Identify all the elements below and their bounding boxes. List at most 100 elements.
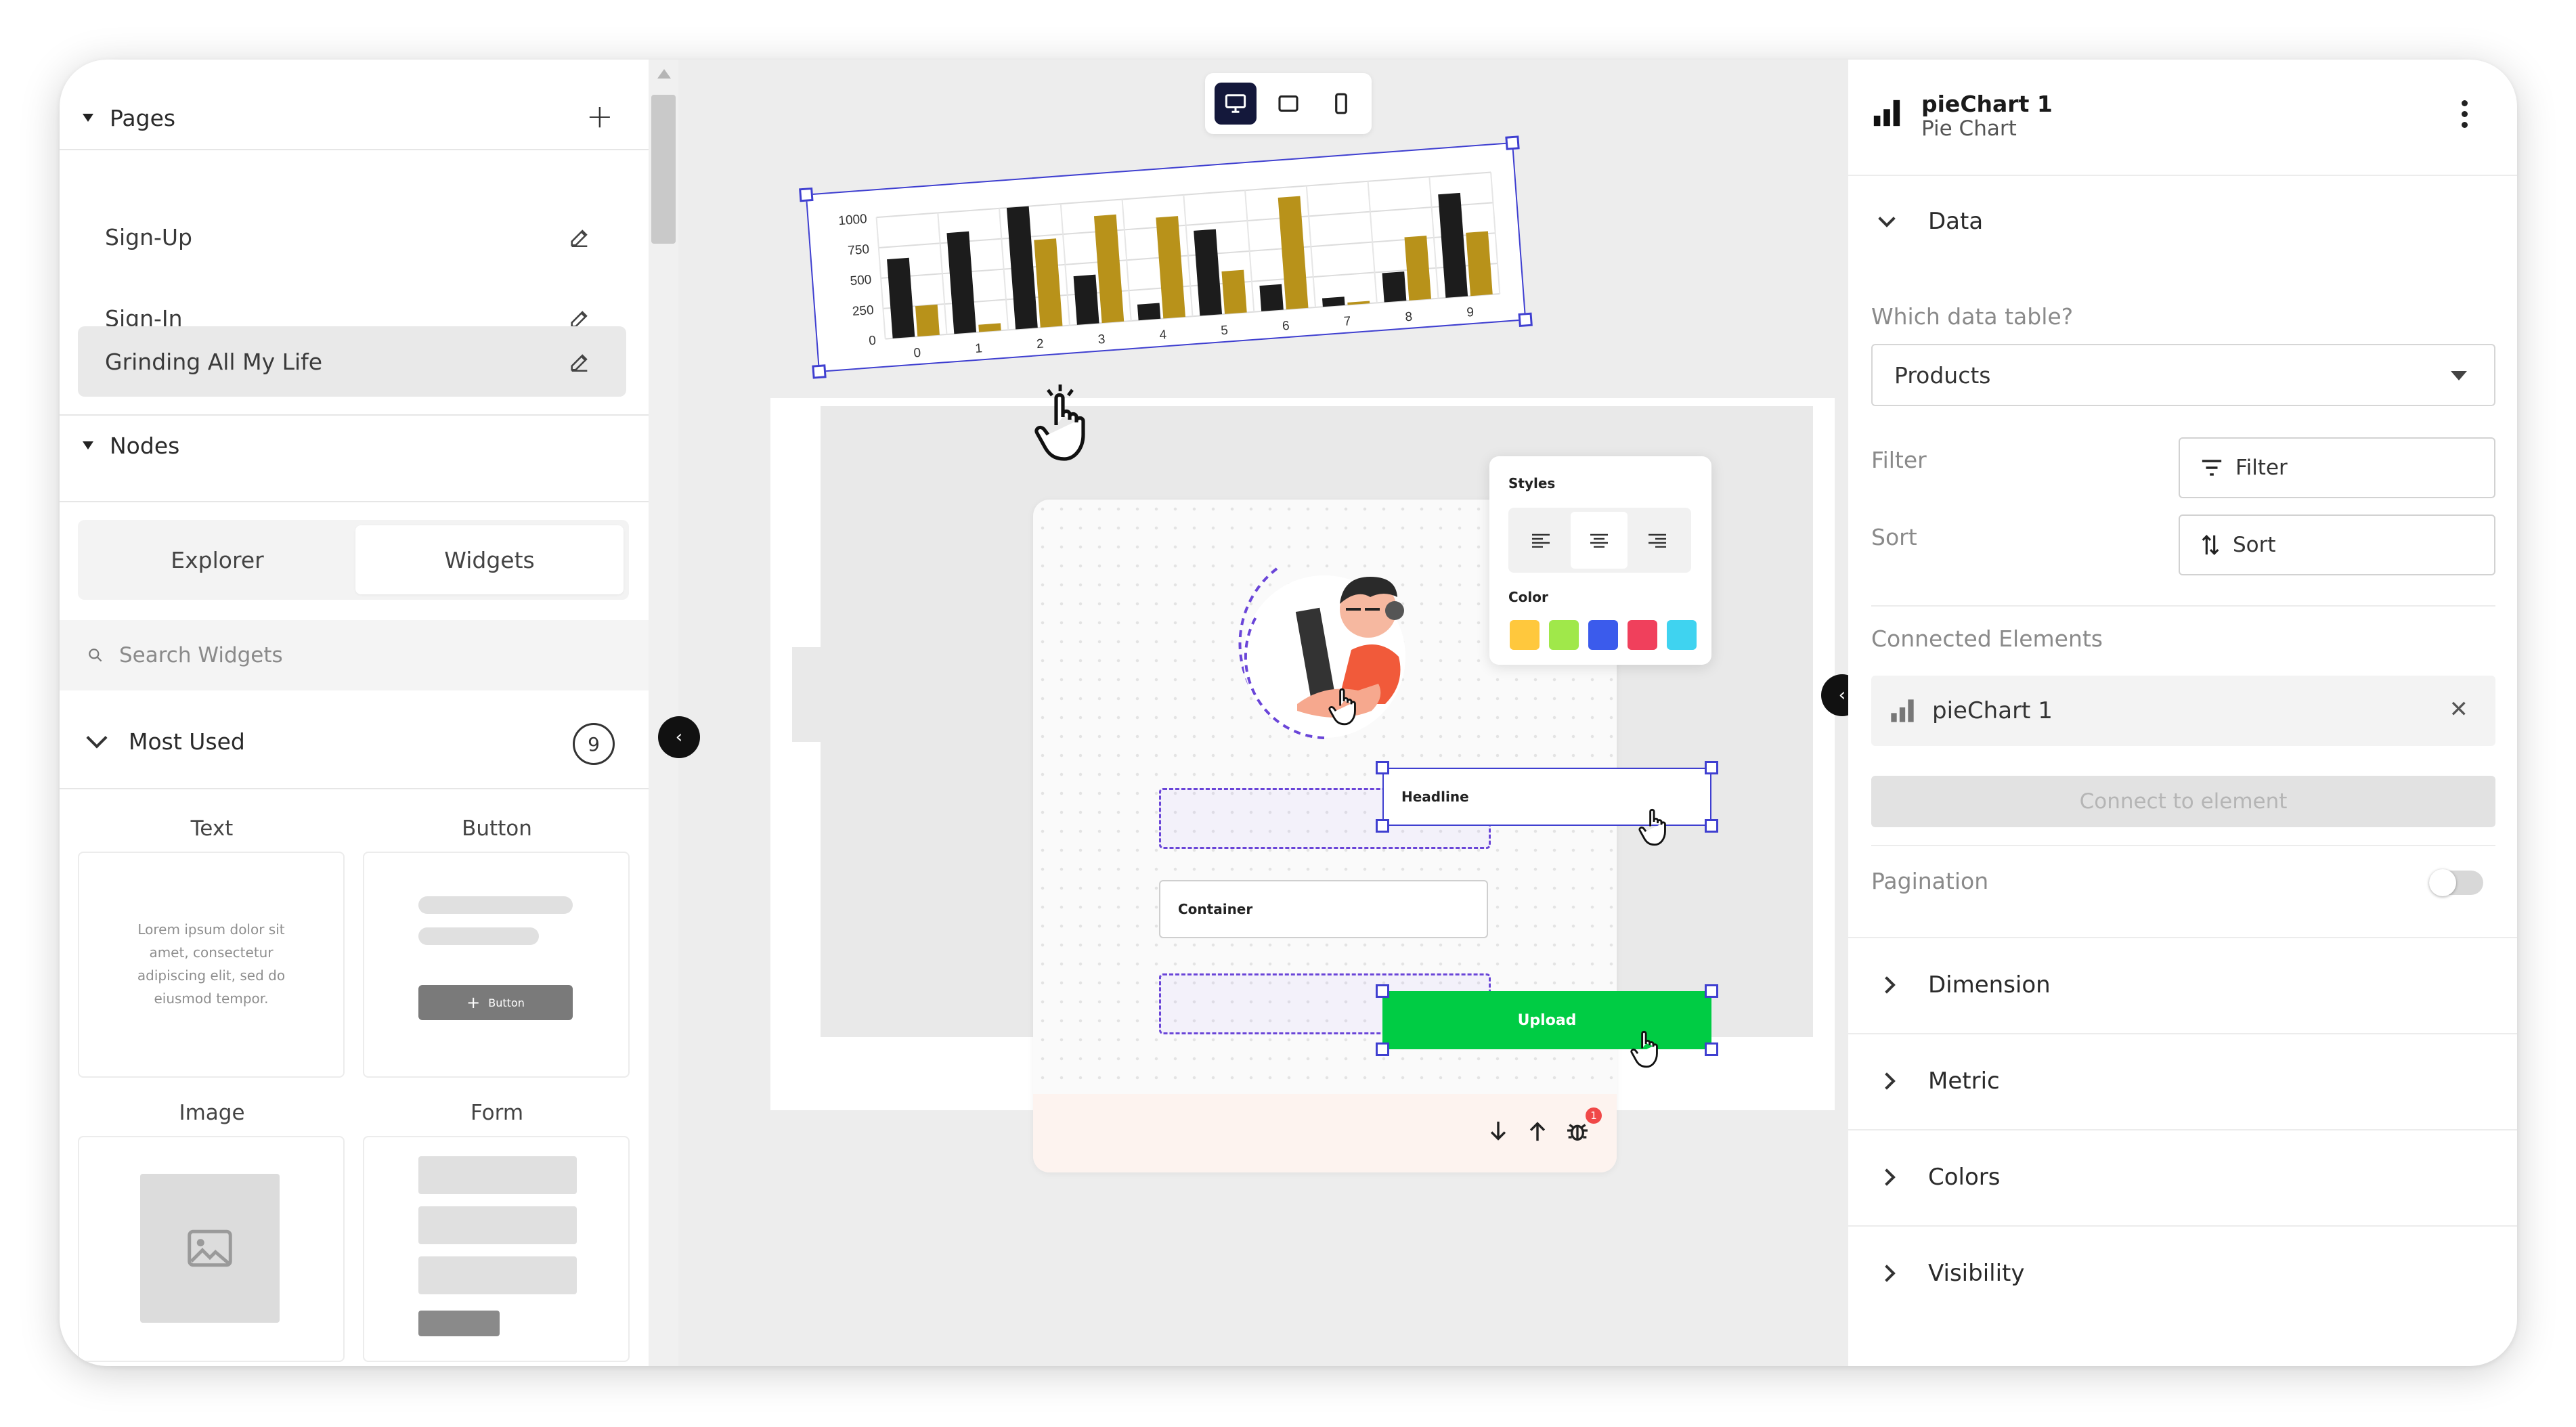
- tab-explorer[interactable]: Explorer: [83, 525, 351, 594]
- filter-button[interactable]: Filter: [2179, 437, 2495, 498]
- tablet-view-button[interactable]: [1267, 83, 1309, 125]
- widget-label-image: Image: [179, 1101, 245, 1125]
- chart-bar: [915, 304, 940, 337]
- chart-bar: [1221, 269, 1247, 314]
- color-swatch[interactable]: [1667, 620, 1697, 650]
- sidebar-scrollbar[interactable]: [649, 60, 678, 1366]
- x-tick-label: 4: [1159, 328, 1168, 343]
- resize-handle[interactable]: [1518, 312, 1533, 328]
- widget-card-text[interactable]: Lorem ipsum dolor sit amet, consectetur …: [78, 852, 345, 1078]
- widget-label-text: Text: [190, 816, 234, 841]
- close-icon[interactable]: ✕: [2449, 696, 2469, 723]
- chevron-down-icon: [1878, 210, 1896, 227]
- resize-handle[interactable]: [799, 187, 814, 202]
- y-tick-label: 0: [869, 334, 877, 349]
- chart-bar: [1438, 192, 1468, 298]
- align-right-button[interactable]: [1629, 512, 1686, 569]
- nodes-header[interactable]: Nodes: [60, 412, 649, 479]
- section-dimension[interactable]: Dimension: [1848, 938, 2517, 1032]
- toggle-knob: [2429, 869, 2456, 896]
- resize-handle[interactable]: [812, 364, 827, 379]
- mobile-view-button[interactable]: [1320, 83, 1362, 125]
- add-page-icon[interactable]: +: [586, 96, 613, 137]
- button-widget-preview: + Button: [418, 985, 573, 1020]
- align-left-icon: [1532, 533, 1550, 548]
- chevron-right-icon: [1878, 1265, 1896, 1282]
- widget-type: Pie Chart: [1921, 116, 2017, 141]
- pencil-icon[interactable]: [568, 226, 591, 249]
- widget-card-button[interactable]: + Button: [363, 852, 630, 1078]
- arrow-down-icon[interactable]: [1488, 1120, 1508, 1143]
- connect-to-element-button[interactable]: Connect to element: [1871, 776, 2495, 827]
- resize-handle[interactable]: [1376, 819, 1389, 833]
- chart-bar: [1382, 271, 1407, 303]
- resize-handle[interactable]: [1505, 135, 1520, 150]
- section-title: Colors: [1928, 1164, 2001, 1191]
- section-colors[interactable]: Colors: [1848, 1130, 2517, 1224]
- resize-handle[interactable]: [1705, 819, 1718, 833]
- chart-bar: [887, 257, 915, 338]
- y-tick-label: 250: [852, 303, 874, 319]
- container-field[interactable]: Container: [1159, 880, 1488, 938]
- align-right-icon: [1649, 533, 1666, 548]
- nodes-title: Nodes: [110, 432, 180, 459]
- sort-label: Sort: [1871, 524, 1917, 550]
- x-tick-label: 9: [1466, 305, 1475, 320]
- color-title: Color: [1508, 589, 1548, 605]
- pencil-icon[interactable]: [568, 351, 591, 374]
- pages-title: Pages: [110, 104, 176, 131]
- align-left-button[interactable]: [1512, 512, 1569, 569]
- bug-icon[interactable]: [1564, 1117, 1591, 1144]
- filter-label: Filter: [1871, 447, 1927, 473]
- y-tick-label: 500: [850, 273, 872, 288]
- search-input[interactable]: Search Widgets: [119, 643, 283, 667]
- more-options-icon[interactable]: [2462, 100, 2468, 133]
- divider: [1871, 845, 2495, 846]
- search-widgets[interactable]: Search Widgets: [60, 620, 649, 690]
- chart-bar: [1034, 238, 1063, 328]
- resize-handle[interactable]: [1705, 1042, 1718, 1056]
- pagination-toggle[interactable]: [2429, 869, 2483, 896]
- connected-element-item[interactable]: pieChart 1 ✕: [1871, 676, 2495, 746]
- page-item-sign-up[interactable]: Sign-Up: [78, 202, 626, 272]
- resize-handle[interactable]: [1376, 1042, 1389, 1056]
- scrollbar-thumb[interactable]: [651, 95, 676, 244]
- section-metric[interactable]: Metric: [1848, 1034, 2517, 1128]
- connected-elements-label: Connected Elements: [1871, 625, 2103, 652]
- widget-card-image[interactable]: [78, 1136, 345, 1362]
- collapse-left-button[interactable]: ‹: [658, 716, 700, 758]
- color-swatch[interactable]: [1549, 620, 1579, 650]
- color-swatch[interactable]: [1628, 620, 1657, 650]
- connected-element-name: pieChart 1: [1932, 697, 2053, 724]
- sort-button[interactable]: Sort: [2179, 514, 2495, 575]
- desktop-view-button[interactable]: [1215, 83, 1257, 125]
- hand-cursor-icon: [1638, 808, 1666, 846]
- resize-handle[interactable]: [1376, 761, 1389, 774]
- arrow-up-icon[interactable]: [1527, 1120, 1548, 1143]
- form-field-skeleton: [418, 1206, 577, 1244]
- chart-bar: [1006, 206, 1038, 330]
- scroll-up-icon[interactable]: [657, 69, 671, 79]
- resize-handle[interactable]: [1705, 761, 1718, 774]
- section-data[interactable]: Data: [1848, 177, 2517, 265]
- most-used-header[interactable]: Most Used 9: [60, 704, 649, 778]
- page-item-grinding[interactable]: Grinding All My Life: [78, 326, 626, 397]
- data-table-select[interactable]: Products: [1871, 344, 2495, 406]
- resize-handle[interactable]: [1705, 984, 1718, 998]
- text-widget-preview: Lorem ipsum dolor sit amet, consectetur …: [137, 921, 286, 1007]
- select-value: Products: [1894, 361, 1991, 389]
- widget-card-form[interactable]: [363, 1136, 630, 1362]
- x-tick-label: 7: [1343, 314, 1351, 329]
- resize-handle[interactable]: [1376, 984, 1389, 998]
- color-swatch[interactable]: [1510, 620, 1540, 650]
- divider: [60, 149, 649, 150]
- divider: [1871, 605, 2495, 607]
- section-title: Data: [1928, 208, 1984, 235]
- bar-chart-widget[interactable]: 0 250 500 750 1000 0 1 2 3 4 5 6 7 8 9: [799, 135, 1533, 379]
- chevron-down-icon: [86, 727, 108, 749]
- section-visibility[interactable]: Visibility: [1848, 1227, 2517, 1320]
- caret-down-icon: [2451, 371, 2467, 380]
- tab-widgets[interactable]: Widgets: [355, 525, 624, 594]
- color-swatch[interactable]: [1588, 620, 1618, 650]
- align-center-button[interactable]: [1571, 512, 1628, 569]
